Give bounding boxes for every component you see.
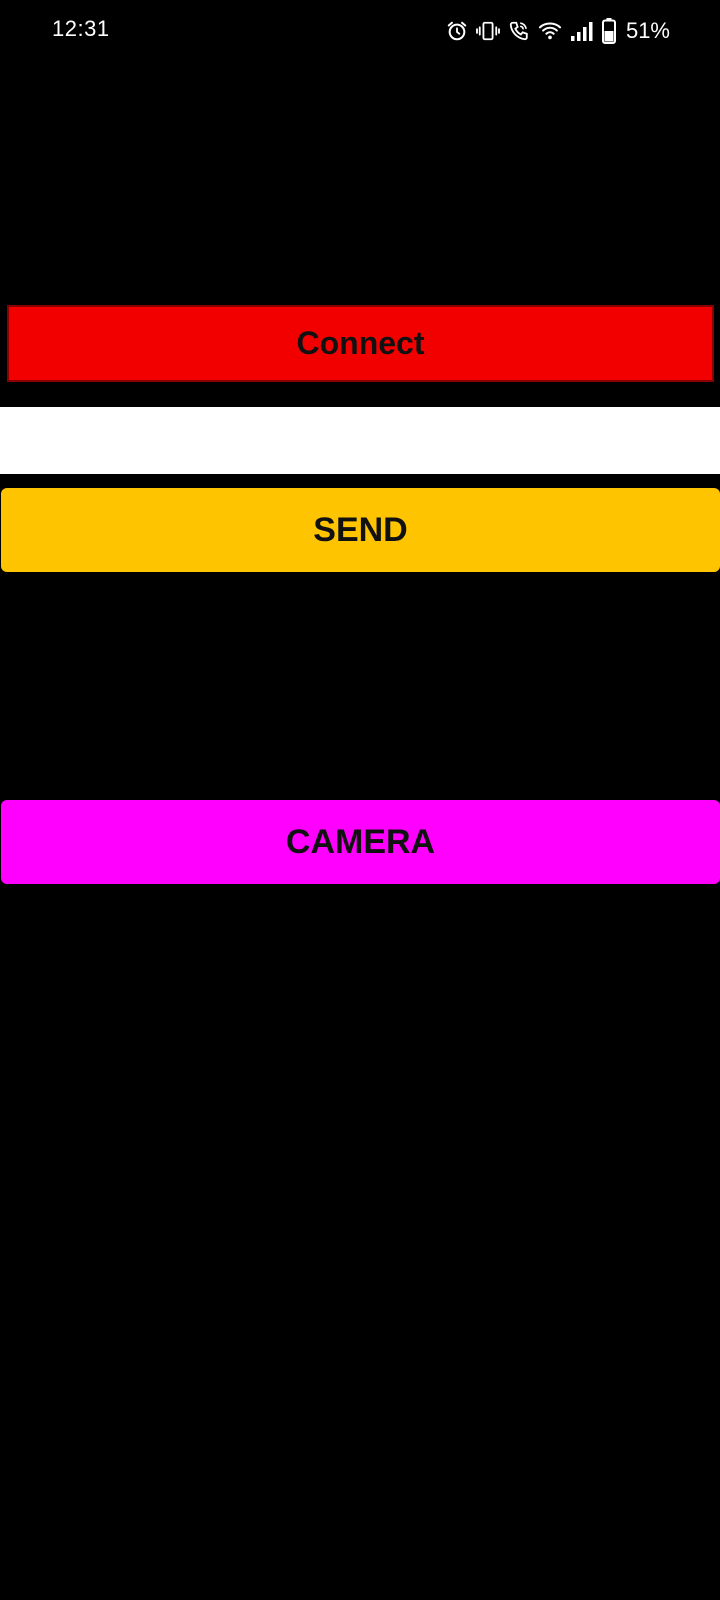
- camera-button[interactable]: CAMERA: [1, 800, 720, 884]
- send-button-label: SEND: [313, 510, 408, 549]
- battery-percent: 51%: [625, 18, 670, 43]
- app-screen: 12:31 51% Connect SEND CAMERA: [0, 0, 720, 1600]
- connect-button-label: Connect: [296, 325, 425, 361]
- status-icons: 51%: [446, 14, 670, 48]
- status-bar: 12:31 51%: [0, 0, 720, 62]
- wifi-icon: [538, 20, 562, 42]
- message-input[interactable]: [0, 407, 720, 474]
- vibrate-icon: [476, 20, 500, 42]
- wifi-call-icon: [508, 20, 530, 42]
- status-time: 12:31: [52, 16, 110, 41]
- send-button[interactable]: SEND: [1, 488, 720, 572]
- connect-button[interactable]: Connect: [7, 305, 714, 382]
- battery-icon: [601, 18, 616, 44]
- signal-icon: [570, 20, 594, 42]
- camera-button-label: CAMERA: [285, 822, 436, 861]
- alarm-icon: [446, 20, 468, 42]
